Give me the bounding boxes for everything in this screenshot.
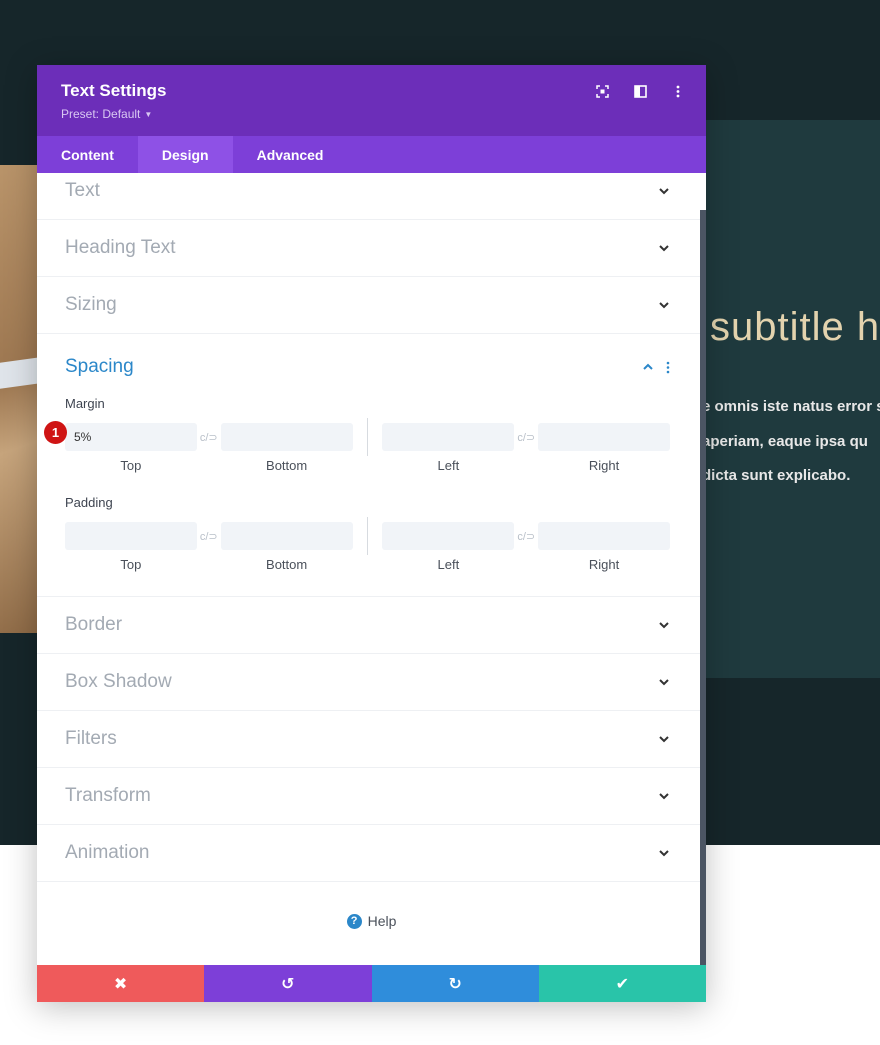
margin-left-input[interactable] [382, 423, 515, 451]
section-border[interactable]: Border [37, 597, 706, 654]
tab-design[interactable]: Design [137, 136, 233, 173]
preset-selector[interactable]: Preset: Default ▼ [61, 107, 682, 121]
modal-header[interactable]: Text Settings Preset: Default ▼ [37, 65, 706, 136]
modal-title: Text Settings [61, 81, 167, 100]
link-icon[interactable]: c/⊃ [197, 530, 221, 543]
divider [366, 517, 369, 555]
undo-button[interactable]: ↺ [204, 965, 372, 1002]
tab-advanced[interactable]: Advanced [233, 136, 348, 173]
spacing-header[interactable]: Spacing [65, 356, 670, 378]
side-label-left: Left [437, 458, 460, 473]
help-link[interactable]: ? Help [37, 882, 706, 960]
split-view-icon[interactable] [632, 83, 648, 99]
padding-row: c/⊃ c/⊃ [65, 517, 670, 555]
section-title: Border [65, 614, 123, 635]
section-spacing: Spacing Margin 1 c/⊃ c/⊃ [37, 334, 706, 597]
chevron-down-icon [659, 188, 669, 195]
scrollbar[interactable] [700, 210, 706, 970]
text-settings-modal: Text Settings Preset: Default ▼ Content … [37, 65, 706, 1002]
padding-right-input[interactable] [537, 522, 670, 550]
link-icon[interactable]: c/⊃ [514, 530, 538, 543]
padding-left-input[interactable] [382, 522, 515, 550]
redo-button[interactable]: ↻ [371, 965, 539, 1002]
settings-tabs: Content Design Advanced [37, 136, 706, 173]
modal-footer: ✖ ↺ ↻ ✔ [37, 965, 706, 1002]
section-heading-text[interactable]: Heading Text [37, 220, 706, 277]
margin-bottom-input[interactable] [220, 423, 353, 451]
save-button[interactable]: ✔ [538, 965, 706, 1002]
margin-label: Margin [65, 396, 105, 411]
fullscreen-icon[interactable] [594, 83, 610, 99]
chevron-down-icon [659, 622, 669, 629]
more-options-icon[interactable] [670, 83, 686, 99]
side-label-left: Left [437, 557, 460, 572]
margin-row: 1 c/⊃ c/⊃ [44, 418, 670, 456]
section-transform[interactable]: Transform [37, 768, 706, 825]
spacing-options-icon[interactable] [666, 361, 670, 374]
chevron-up-icon[interactable] [642, 361, 654, 373]
chevron-down-icon [659, 245, 669, 252]
section-title: Box Shadow [65, 671, 172, 692]
settings-body: Text Heading Text Sizing Spacing Margin … [37, 173, 706, 965]
side-label-right: Right [588, 458, 620, 473]
section-animation[interactable]: Animation [37, 825, 706, 882]
section-title: Spacing [65, 356, 134, 377]
preset-label: Preset: Default [61, 107, 141, 121]
chevron-down-icon [659, 679, 669, 686]
help-icon: ? [346, 913, 362, 929]
section-title: Filters [65, 728, 117, 749]
divider [366, 418, 369, 456]
chevron-down-icon [659, 736, 669, 743]
step-badge: 1 [44, 421, 67, 444]
background-line: e omnis iste natus error si [702, 398, 880, 415]
margin-top-input[interactable] [65, 423, 197, 451]
padding-top-input[interactable] [65, 522, 197, 550]
caret-down-icon: ▼ [144, 109, 153, 119]
section-title: Sizing [65, 294, 117, 315]
side-label-bottom: Bottom [266, 458, 308, 473]
side-label-top: Top [120, 458, 142, 473]
section-text[interactable]: Text [37, 173, 706, 220]
padding-label: Padding [65, 495, 113, 510]
section-sizing[interactable]: Sizing [37, 277, 706, 334]
side-label-right: Right [588, 557, 620, 572]
side-label-bottom: Bottom [266, 557, 308, 572]
background-line: aperiam, eaque ipsa qu [702, 433, 868, 450]
link-icon[interactable]: c/⊃ [514, 431, 538, 444]
help-label: Help [367, 913, 397, 929]
chevron-down-icon [659, 302, 669, 309]
section-title: Transform [65, 785, 151, 806]
background-subtitle: subtitle h [710, 305, 880, 349]
section-box-shadow[interactable]: Box Shadow [37, 654, 706, 711]
section-title: Animation [65, 842, 150, 863]
margin-right-input[interactable] [537, 423, 670, 451]
side-label-top: Top [120, 557, 142, 572]
section-title: Text [65, 180, 100, 201]
padding-bottom-input[interactable] [220, 522, 353, 550]
section-filters[interactable]: Filters [37, 711, 706, 768]
link-icon[interactable]: c/⊃ [197, 431, 221, 444]
background-text-card: subtitle h e omnis iste natus error si a… [700, 120, 880, 678]
section-title: Heading Text [65, 237, 176, 258]
tab-content[interactable]: Content [37, 136, 138, 173]
background-line: dicta sunt explicabo. [702, 467, 851, 484]
chevron-down-icon [659, 850, 669, 857]
background-photo [0, 165, 40, 633]
chevron-down-icon [659, 793, 669, 800]
cancel-button[interactable]: ✖ [37, 965, 205, 1002]
